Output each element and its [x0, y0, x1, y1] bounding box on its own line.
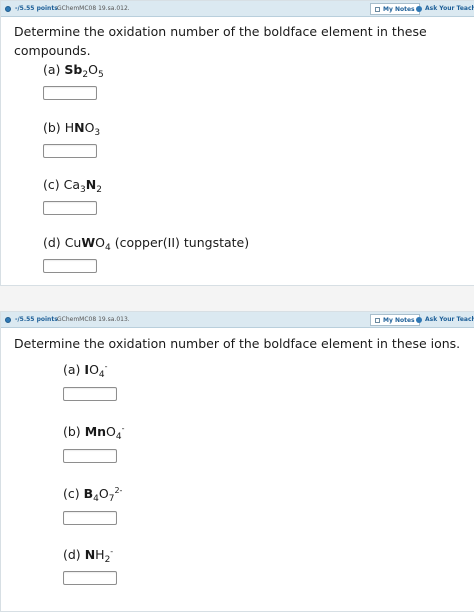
charge-superscript: -	[110, 547, 114, 556]
bold-element: B	[83, 486, 94, 501]
bold-element: N	[74, 120, 85, 135]
part-label: (d)	[43, 235, 61, 250]
ask-teacher-button[interactable]: Ask Your Teache	[425, 312, 474, 328]
part-a: (a) IO4-	[63, 362, 108, 380]
subscript: 2	[96, 185, 102, 195]
answer-input-b[interactable]	[63, 449, 117, 463]
subscript: 4	[98, 370, 105, 380]
ask-teacher-button[interactable]: Ask Your Teache	[425, 1, 474, 17]
part-label: (b)	[43, 120, 61, 135]
my-notes-button[interactable]: My Notes	[370, 314, 420, 326]
charge-superscript: 2-	[114, 486, 123, 495]
subscript: 5	[97, 70, 104, 80]
part-c: (c) B4O72-	[63, 486, 122, 504]
answer-input-c[interactable]	[43, 201, 97, 215]
answer-input-d[interactable]	[43, 259, 97, 273]
question-id: GChemMC08 19.sa.012.	[57, 5, 130, 12]
question-panel-2: -/5.55 points GChemMC08 19.sa.013. My No…	[0, 311, 474, 612]
part-d: (d) NH2-	[63, 547, 113, 565]
question-prompt: Determine the oxidation number of the bo…	[14, 336, 461, 351]
question-panel-1: -/5.55 points GChemMC08 19.sa.012. My No…	[0, 0, 474, 286]
my-notes-label: My Notes	[383, 6, 415, 13]
checkbox-icon	[375, 7, 380, 12]
subscript: 2	[104, 555, 111, 565]
part-d: (d) CuWO4 (copper(II) tungstate)	[43, 235, 249, 253]
answer-input-a[interactable]	[63, 387, 117, 401]
bold-element: N	[85, 177, 97, 192]
formula-part: O	[95, 235, 105, 250]
subscript: 4	[104, 243, 111, 253]
part-label: (a)	[63, 362, 81, 377]
bold-element: Mn	[84, 424, 107, 439]
part-label: (c)	[43, 177, 60, 192]
question-id: GChemMC08 19.sa.013.	[57, 316, 130, 323]
answer-input-a[interactable]	[43, 86, 97, 100]
formula-part: O	[98, 486, 109, 501]
formula-part: O	[84, 120, 95, 135]
formula-part: Ca	[63, 177, 81, 192]
charge-superscript: -	[104, 362, 108, 371]
status-dot-icon	[5, 6, 11, 12]
part-b: (b) MnO4-	[63, 424, 125, 442]
formula-part: H	[64, 120, 75, 135]
points-label: -/5.55 points	[15, 316, 58, 323]
checkbox-icon	[375, 318, 380, 323]
charge-superscript: -	[121, 424, 125, 433]
formula-part: O	[106, 424, 116, 439]
my-notes-button[interactable]: My Notes	[370, 3, 420, 15]
panel-separator	[0, 286, 474, 311]
part-a: (a) Sb2O5	[43, 62, 104, 80]
question-header-bar: -/5.55 points GChemMC08 19.sa.012. My No…	[1, 1, 474, 17]
ask-teacher-icon	[416, 317, 422, 323]
part-b: (b) HNO3	[43, 120, 100, 138]
subscript: 7	[108, 494, 115, 504]
bold-element: Sb	[64, 62, 83, 77]
question-header-bar: -/5.55 points GChemMC08 19.sa.013. My No…	[1, 312, 474, 328]
formula-part: Cu	[64, 235, 82, 250]
formula-part: H	[95, 547, 105, 562]
status-dot-icon	[5, 317, 11, 323]
part-label: (d)	[63, 547, 81, 562]
compound-name: (copper(II) tungstate)	[114, 235, 250, 250]
part-c: (c) Ca3N2	[43, 177, 102, 195]
answer-input-c[interactable]	[63, 511, 117, 525]
answer-input-d[interactable]	[63, 571, 117, 585]
my-notes-label: My Notes	[383, 317, 415, 324]
formula-part: O	[88, 62, 98, 77]
part-label: (b)	[63, 424, 81, 439]
subscript: 3	[94, 128, 101, 138]
subscript: 4	[115, 432, 122, 442]
formula-part: O	[89, 362, 99, 377]
part-label: (c)	[63, 486, 80, 501]
bold-element: N	[84, 547, 96, 562]
question-prompt: Determine the oxidation number of the bo…	[14, 24, 427, 58]
bold-element: W	[81, 235, 96, 250]
points-label: -/5.55 points	[15, 5, 58, 12]
answer-input-b[interactable]	[43, 144, 97, 158]
part-label: (a)	[43, 62, 61, 77]
ask-teacher-icon	[416, 6, 422, 12]
